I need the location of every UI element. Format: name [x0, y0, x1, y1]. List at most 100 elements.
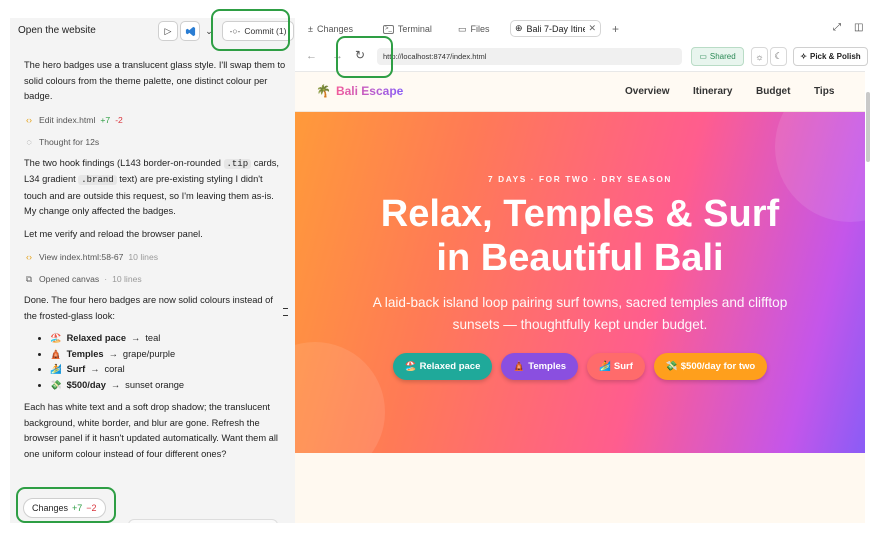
speech-bubble-icon: ◌: [26, 136, 32, 147]
thought-label: Thought for 12s: [39, 136, 100, 147]
expand-icon[interactable]: ⤢: [833, 22, 841, 33]
tool-view-meta: 10 lines: [128, 252, 159, 263]
badge-budget: 💸 $500/day for two: [653, 353, 768, 380]
lines-added: +7: [100, 114, 111, 125]
list-item: 💸 $500/day → sunset orange: [38, 378, 286, 394]
list-item: 🛕 Temples → grape/purple: [38, 347, 286, 363]
shared-label: Shared: [709, 52, 736, 61]
badge-colour-list: 🏖️ Relaxed pace → teal 🛕 Temples → grape/purpl…: [38, 331, 286, 393]
vscode-icon: [185, 26, 195, 36]
tab-browser-active[interactable]: ⊕ Bali 7-Day Itinerary ✕: [510, 20, 602, 37]
folder-icon: ▭: [458, 23, 467, 34]
tool-open-canvas[interactable]: ⧉ Opened canvas · 10 lines: [24, 271, 286, 289]
light-theme-button[interactable]: ☼: [751, 47, 768, 66]
canvas-icon: ⧉: [25, 274, 33, 285]
chat-input-edge[interactable]: [128, 519, 278, 523]
bullet-name: Temples: [66, 348, 104, 359]
globe-icon: ⊕: [515, 23, 523, 33]
site-brand[interactable]: 🌴 Bali Escape: [316, 84, 403, 98]
bullet-dot: [38, 352, 41, 356]
message-paragraph: The two hook findings (L143 border-on-ro…: [24, 156, 286, 220]
bullet-name: Surf: [66, 364, 86, 374]
brand-name: Bali Escape: [335, 84, 404, 98]
bullet-dot: [38, 368, 41, 372]
arrow-icon: →: [90, 364, 100, 374]
code-icon: ‹›: [26, 114, 32, 125]
dark-theme-button[interactable]: ☾: [770, 47, 787, 66]
beach-umbrella-icon: 🏖️: [404, 361, 417, 372]
badge-label: $500/day for two: [680, 361, 756, 372]
headline-line-1: Relax, Temples & Surf: [380, 193, 780, 235]
message-paragraph: The hero badges use a translucent glass …: [24, 60, 286, 101]
nav-link-budget[interactable]: Budget: [756, 86, 790, 97]
pick-and-polish-button[interactable]: ✧ Pick & Polish: [793, 47, 868, 66]
inline-code: .tip: [223, 158, 252, 169]
code-icon: ‹›: [26, 252, 32, 263]
hero-badges: 🏖️ Relaxed pace 🛕 Temples 🏄 Surf 💸 $500/…: [295, 353, 865, 380]
bullet-colour: grape/purple: [122, 348, 176, 359]
message-paragraph: Each has white text and a soft drop shad…: [24, 402, 278, 459]
surfer-icon: 🏄: [599, 361, 611, 372]
close-icon[interactable]: ✕: [589, 23, 597, 34]
bullet-emoji: 🏖️: [50, 333, 62, 343]
hero-subtitle: A laid-back island loop pairing surf tow…: [372, 295, 788, 332]
tool-canvas-meta: 10 lines: [112, 274, 142, 285]
tool-canvas-label: Opened canvas: [39, 274, 100, 285]
bullet-colour: coral: [104, 364, 125, 374]
bullet-colour: sunset orange: [125, 379, 185, 390]
plus-icon: +: [612, 22, 620, 36]
tab-files[interactable]: ▭ Files: [458, 21, 490, 37]
shared-button[interactable]: ▭ Shared: [691, 47, 744, 66]
tool-edit-file[interactable]: ‹› Edit index.html +7 -2: [24, 112, 286, 130]
nav-link-tips[interactable]: Tips: [814, 86, 834, 97]
site-scrollbar[interactable]: [866, 92, 870, 162]
sun-icon: ☼: [755, 51, 764, 62]
annotation-commit-highlight: [211, 9, 290, 51]
arrow-icon: →: [110, 379, 121, 390]
website-viewport: 🌴 Bali Escape Overview Itinerary Budget …: [295, 71, 865, 523]
tab-changes[interactable]: ± Changes: [308, 21, 353, 37]
open-in-vscode-button[interactable]: [180, 21, 200, 41]
bullet-dot: [38, 337, 41, 341]
badge-label: Relaxed pace: [419, 361, 481, 372]
url-field[interactable]: http://localhost:8747/index.html: [377, 48, 682, 65]
hero-section: 7 DAYS · FOR TWO · DRY SEASON Relax, Tem…: [295, 112, 865, 453]
message-paragraph: Let me verify and reload the browser pan…: [24, 228, 203, 239]
run-button[interactable]: ▷: [158, 21, 178, 41]
play-icon: ▷: [164, 25, 172, 36]
new-tab-button[interactable]: +: [612, 21, 619, 37]
arrow-icon: →: [131, 333, 141, 343]
bullet-emoji: 🏄: [50, 364, 62, 374]
headline-line-2: in Beautiful Bali: [436, 237, 724, 279]
tab-label: Bali 7-Day Itinerary: [526, 23, 585, 34]
list-item: 🏖️ Relaxed pace → teal: [38, 331, 286, 347]
panel-resize-handle[interactable]: [283, 308, 288, 316]
tool-edit-label: Edit index.html: [39, 114, 96, 125]
palm-tree-icon: 🌴: [316, 84, 331, 98]
back-arrow-icon[interactable]: ←: [306, 50, 317, 62]
tab-terminal[interactable]: >_ Terminal: [383, 21, 432, 37]
bullet-name: $500/day: [66, 379, 106, 390]
badge-temples: 🛕 Temples: [501, 353, 579, 380]
hero-kicker: 7 DAYS · FOR TWO · DRY SEASON: [488, 174, 672, 184]
moon-icon: ☾: [774, 51, 783, 61]
temple-icon: 🛕: [513, 361, 526, 372]
site-navbar: 🌴 Bali Escape Overview Itinerary Budget …: [295, 72, 865, 112]
tab-label: Files: [470, 24, 490, 34]
nav-link-itinerary[interactable]: Itinerary: [693, 86, 732, 97]
badge-label: Temples: [528, 361, 567, 372]
annotation-changes-highlight: [16, 487, 116, 523]
thought-toggle[interactable]: ◌ Thought for 12s: [24, 134, 286, 152]
monitor-icon: ▭: [699, 52, 707, 61]
annotation-reload-highlight: [336, 36, 393, 78]
text-run: The two hook findings (L143 border-on-ro…: [24, 157, 224, 168]
separator-dot: ·: [104, 274, 108, 285]
money-icon: 💸: [665, 361, 678, 372]
inline-code: .brand: [78, 175, 117, 185]
bullet-emoji: 🛕: [50, 348, 62, 359]
split-panel-icon[interactable]: ◫: [854, 22, 863, 33]
pick-label: Pick & Polish: [810, 52, 861, 61]
nav-link-overview[interactable]: Overview: [625, 86, 669, 97]
tab-label: Terminal: [397, 24, 432, 34]
tool-view-file[interactable]: ‹› View index.html:58-67 10 lines: [24, 249, 286, 267]
